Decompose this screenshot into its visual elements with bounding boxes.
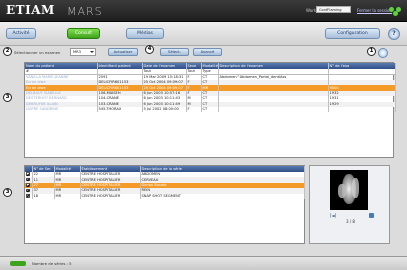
- logout-link[interactable]: Fermer la session: [357, 8, 392, 13]
- marker-4: 4: [145, 45, 154, 54]
- etiam-logo: ETIAM: [6, 3, 55, 17]
- brand-icon: [389, 7, 403, 16]
- series-modality: MR: [54, 193, 81, 199]
- exam-date: 6 Jun 2003 10:11:49: [142, 101, 187, 107]
- exam-date: 19 Mar 2009 15:18:31: [142, 74, 187, 80]
- series-row[interactable]: 18 MR CENTRE HOSPITALIER SNAP SHOT SEGME…: [25, 193, 305, 199]
- exam-date: 25 Oct 2004 09:09:07: [142, 80, 187, 86]
- exam-patient-id: 545-THORAX: [97, 106, 143, 113]
- series-checkbox[interactable]: [26, 172, 30, 176]
- status-text: Nombre de séries : 5: [32, 261, 72, 266]
- series-table: N° de Ser. Modalité Établissement Descri…: [25, 166, 305, 199]
- filter-bar: 2 Sélectionner un examen MR3 Actualiser …: [0, 45, 407, 59]
- tab-medias[interactable]: Médias: [126, 28, 164, 39]
- select-button[interactable]: Sélect.: [160, 48, 189, 56]
- image-preview-panel: [◄] 3 / 8: [309, 165, 390, 244]
- tab-consult[interactable]: Consult: [67, 28, 100, 39]
- status-bar: Nombre de séries : 5: [0, 256, 407, 270]
- exam-date: 6 Jun 2003 10:11:43: [142, 96, 187, 102]
- series-table-panel: N° de Ser. Modalité Établissement Descri…: [24, 165, 305, 244]
- exam-description: [218, 106, 329, 113]
- marker-2: 2: [3, 47, 12, 56]
- series-number: 18: [32, 193, 55, 199]
- top-bar: ETIAM MARS Work ConfFlaming Fermer la se…: [0, 0, 407, 22]
- series-checkbox[interactable]: [26, 188, 30, 193]
- col-series-number[interactable]: N° de Ser.: [32, 166, 55, 172]
- previous-image-button[interactable]: [◄]: [330, 213, 336, 218]
- tool-round-button[interactable]: [378, 48, 388, 58]
- exam-patient-name: DUPRE SANDRINE: [25, 106, 98, 113]
- exam-date: 5 Jul 2002 08:00:00: [142, 106, 187, 113]
- exam-sex: F: [186, 106, 202, 113]
- work-label: Work: [306, 8, 317, 13]
- help-button[interactable]: ?: [388, 28, 400, 40]
- series-description: SNAP SHOT SEGMENT: [140, 193, 305, 199]
- marker-3-series: 3: [3, 188, 12, 197]
- exam-filter-select[interactable]: MR3: [70, 48, 96, 56]
- exam-date: 6 Jun 2003 10:57:16: [142, 90, 187, 97]
- image-counter: 3 / 8: [346, 219, 355, 224]
- exams-table: Nom du patient Identifiant patient Date …: [25, 63, 396, 113]
- mri-thumbnail[interactable]: [330, 170, 368, 210]
- series-institution: CENTRE HOSPITALIER: [80, 193, 141, 199]
- nav-bar: Activité Consult Médias Configuration ?: [0, 22, 407, 46]
- series-checkbox[interactable]: [26, 183, 30, 187]
- advanced-button[interactable]: Avancé: [193, 48, 222, 56]
- exam-date: 25 Oct 2004 09:09:07: [142, 85, 187, 91]
- work-field[interactable]: ConfFlaming: [316, 6, 351, 13]
- product-name: MARS: [67, 5, 103, 18]
- configuration-button[interactable]: Configuration: [325, 28, 380, 39]
- refresh-button[interactable]: Actualiser: [108, 48, 138, 56]
- series-checkbox[interactable]: [26, 177, 30, 182]
- exam-number: [328, 106, 396, 113]
- exam-modality: CT: [201, 106, 219, 113]
- series-checkbox[interactable]: [26, 194, 30, 198]
- tab-activite[interactable]: Activité: [6, 28, 36, 39]
- exams-table-panel: Nom du patient Identifiant patient Date …: [24, 62, 396, 158]
- marker-3-exams: 3: [3, 93, 12, 102]
- next-image-button[interactable]: [369, 213, 374, 218]
- exam-row[interactable]: DUPRE SANDRINE 545-THORAX 5 Jul 2002 08:…: [25, 106, 396, 113]
- filter-label: Sélectionner un examen: [14, 50, 61, 55]
- status-indicator: [10, 261, 26, 266]
- marker-1: 1: [367, 47, 376, 56]
